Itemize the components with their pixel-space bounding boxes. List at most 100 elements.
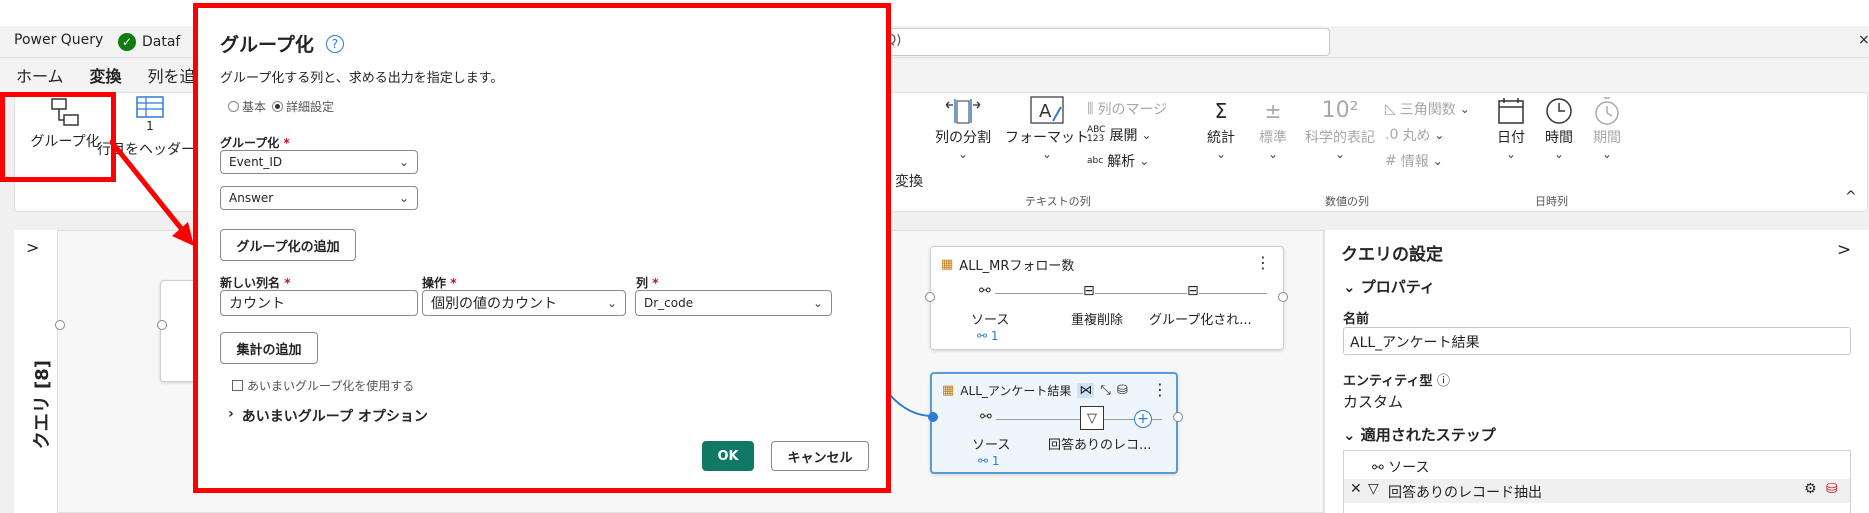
applied-step-filter[interactable]: ✕ ▽ 回答ありのレコード抽出 ⚙ ⛁ xyxy=(1344,479,1850,503)
help-icon[interactable]: ? xyxy=(325,34,344,53)
extract-button[interactable]: ABC 123 展開 ⌄ xyxy=(1087,125,1152,145)
properties-header[interactable]: ⌄ プロパティ xyxy=(1343,276,1435,297)
chevron-down-icon: ⌄ xyxy=(606,296,617,310)
dialog-subtitle: グループ化する列と、求める出力を指定します。 xyxy=(220,71,504,86)
chevron-down-icon: ⌄ xyxy=(812,296,823,310)
format-button[interactable]: A フォーマット ⌄ xyxy=(1005,95,1089,161)
applied-step-source[interactable]: ⚯ ソース xyxy=(1372,457,1430,477)
menu-transform[interactable]: 変換 xyxy=(90,63,122,87)
chevron-down-icon: ⌄ xyxy=(1459,102,1470,116)
app-tab[interactable]: Power Query xyxy=(14,32,103,48)
more-icon[interactable]: ⋮ xyxy=(1152,380,1168,399)
connector-dot xyxy=(55,320,65,330)
information-button[interactable]: # 情報 ⌄ xyxy=(1385,151,1443,171)
menu-add-column[interactable]: 列を追 xyxy=(148,63,196,87)
search-input[interactable]: + Q) xyxy=(860,28,1330,56)
plus-minus-icon: ± xyxy=(1264,99,1282,123)
group-column-select-2[interactable]: Answer ⌄ xyxy=(220,186,418,210)
menu-home[interactable]: ホーム xyxy=(16,63,64,87)
group-step-icon: ⊟ xyxy=(1187,283,1199,299)
statistics-button[interactable]: Σ 統計 ⌄ xyxy=(1207,95,1235,161)
convert-label[interactable]: 変換 xyxy=(895,171,923,191)
name-label: 名前 xyxy=(1343,312,1370,327)
fuzzy-options-toggle[interactable]: › あいまいグループ オプション xyxy=(228,406,428,426)
collapse-icon[interactable]: ⤡ xyxy=(1100,383,1110,398)
fuzzy-checkbox[interactable]: あいまいグループ化を使用する xyxy=(232,377,414,394)
node-title: ▦ ALL_MRフォロー数 xyxy=(941,255,1074,274)
chevron-down-icon: ⌄ xyxy=(1432,154,1443,168)
step-dedupe[interactable]: 重複削除 xyxy=(1071,309,1123,328)
info-icon: ⓘ xyxy=(1436,374,1450,389)
query-node-survey[interactable]: ▦ ALL_アンケート結果 ⋈ ⤡ ⛁ ⋮ ⚯ ▽ + ソース 回答ありのレコ.… xyxy=(930,372,1178,474)
format-icon: A xyxy=(1030,96,1064,124)
connector-dot xyxy=(1278,292,1288,302)
new-column-label: 新しい列名 * xyxy=(220,276,291,290)
radio-basic[interactable]: 基本 xyxy=(228,98,266,115)
merge-columns-button[interactable]: ⫼ 列のマージ xyxy=(1087,99,1167,119)
merge-columns-label: 列のマージ xyxy=(1097,102,1168,118)
step-source[interactable]: ソース xyxy=(972,434,1010,453)
name-input[interactable]: ALL_アンケート結果 xyxy=(1343,327,1851,355)
database-icon[interactable]: ⛁ xyxy=(1117,383,1128,398)
step-source[interactable]: ソース xyxy=(971,309,1009,328)
group-label: グループ化 * xyxy=(220,136,290,150)
svg-text:A: A xyxy=(1039,101,1052,122)
operation-select[interactable]: 個別の値のカウント ⌄ xyxy=(422,290,626,316)
radio-advanced[interactable]: 詳細設定 xyxy=(272,98,334,115)
highlight-box xyxy=(0,92,116,182)
applied-step-filter-label: 回答ありのレコード抽出 xyxy=(1388,485,1542,501)
use-headers-button[interactable]: 1 xyxy=(135,95,165,133)
dialog-title: グループ化 ? xyxy=(220,30,344,57)
rounding-icon: .0 xyxy=(1385,127,1399,143)
info-grid-icon: # xyxy=(1385,153,1397,169)
duration-button[interactable]: 期間 ⌄ xyxy=(1591,95,1623,161)
step-warning-icon[interactable]: ⛁ xyxy=(1826,481,1838,497)
group-column-select-1[interactable]: Event_ID ⌄ xyxy=(220,150,418,174)
format-label: フォーマット xyxy=(1005,130,1089,146)
expand-settings-icon[interactable]: > xyxy=(1837,240,1851,260)
abc-123-icon: ABC 123 xyxy=(1087,125,1106,144)
parse-button[interactable]: abc 解析 ⌄ xyxy=(1087,151,1149,171)
connector-dot xyxy=(157,320,167,330)
expand-queries-icon[interactable]: > xyxy=(26,238,39,257)
new-column-input[interactable]: カウント xyxy=(220,290,418,316)
chevron-down-icon: ⌄ xyxy=(1601,147,1613,161)
column-select[interactable]: Dr_code ⌄ xyxy=(635,290,832,316)
connector-dot xyxy=(1173,412,1183,422)
split-column-button[interactable]: 列の分割 ⌄ xyxy=(935,95,991,161)
node-title-text: ALL_MRフォロー数 xyxy=(959,259,1075,274)
group-by-dialog: グループ化 ? グループ化する列と、求める出力を指定します。 基本 詳細設定 グ… xyxy=(193,3,891,493)
chevron-down-icon: ⌄ xyxy=(1141,128,1152,142)
ok-button[interactable]: OK xyxy=(702,441,754,471)
rounding-label: 丸め xyxy=(1402,128,1431,144)
gear-icon[interactable]: ⚙ xyxy=(1804,481,1817,497)
chevron-down-icon: ⌄ xyxy=(1041,147,1053,161)
time-button[interactable]: 時間 ⌄ xyxy=(1543,95,1575,161)
step-filter[interactable]: 回答ありのレコ... xyxy=(1048,434,1151,453)
add-aggregation-button[interactable]: 集計の追加 xyxy=(220,332,318,364)
collapse-ribbon-icon[interactable]: ^ xyxy=(1845,189,1857,205)
add-step-icon[interactable]: + xyxy=(1134,410,1152,428)
doc-tab[interactable]: ✓ Dataf xyxy=(118,29,180,55)
scientific-button[interactable]: 10² 科学的表記 ⌄ xyxy=(1305,95,1375,161)
rounding-button[interactable]: .0 丸め ⌄ xyxy=(1385,125,1444,145)
standard-button[interactable]: ± 標準 ⌄ xyxy=(1259,95,1287,161)
query-node-mr[interactable]: ▦ ALL_MRフォロー数 ⋮ ⚯ ⊟ ⊟ ソース 重複削除 グループ化され..… xyxy=(930,246,1284,350)
date-button[interactable]: 日付 ⌄ xyxy=(1495,95,1527,161)
step-grouped[interactable]: グループ化され... xyxy=(1149,309,1252,328)
group-step-icon: ⊟ xyxy=(1083,283,1095,299)
table-icon: ▦ xyxy=(941,257,954,272)
applied-steps-header[interactable]: ⌄ 適用されたステップ xyxy=(1343,424,1496,445)
table-icon xyxy=(136,96,164,118)
power-icon: 10² xyxy=(1321,98,1359,123)
add-grouping-button[interactable]: グループ化の追加 xyxy=(220,229,356,261)
more-icon[interactable]: ⋮ xyxy=(1255,253,1271,272)
cancel-button[interactable]: キャンセル xyxy=(771,441,869,471)
share-icon[interactable]: ⋈ xyxy=(1077,383,1095,398)
chevron-down-icon: ⌄ xyxy=(1434,128,1445,142)
chevron-down-icon: ⌄ xyxy=(1215,147,1227,161)
close-icon[interactable]: × xyxy=(1858,32,1869,48)
filter-icon[interactable]: ▽ xyxy=(1080,406,1104,430)
trig-button[interactable]: ◺ 三角関数 ⌄ xyxy=(1385,99,1470,119)
delete-step-icon[interactable]: ✕ xyxy=(1350,481,1362,497)
